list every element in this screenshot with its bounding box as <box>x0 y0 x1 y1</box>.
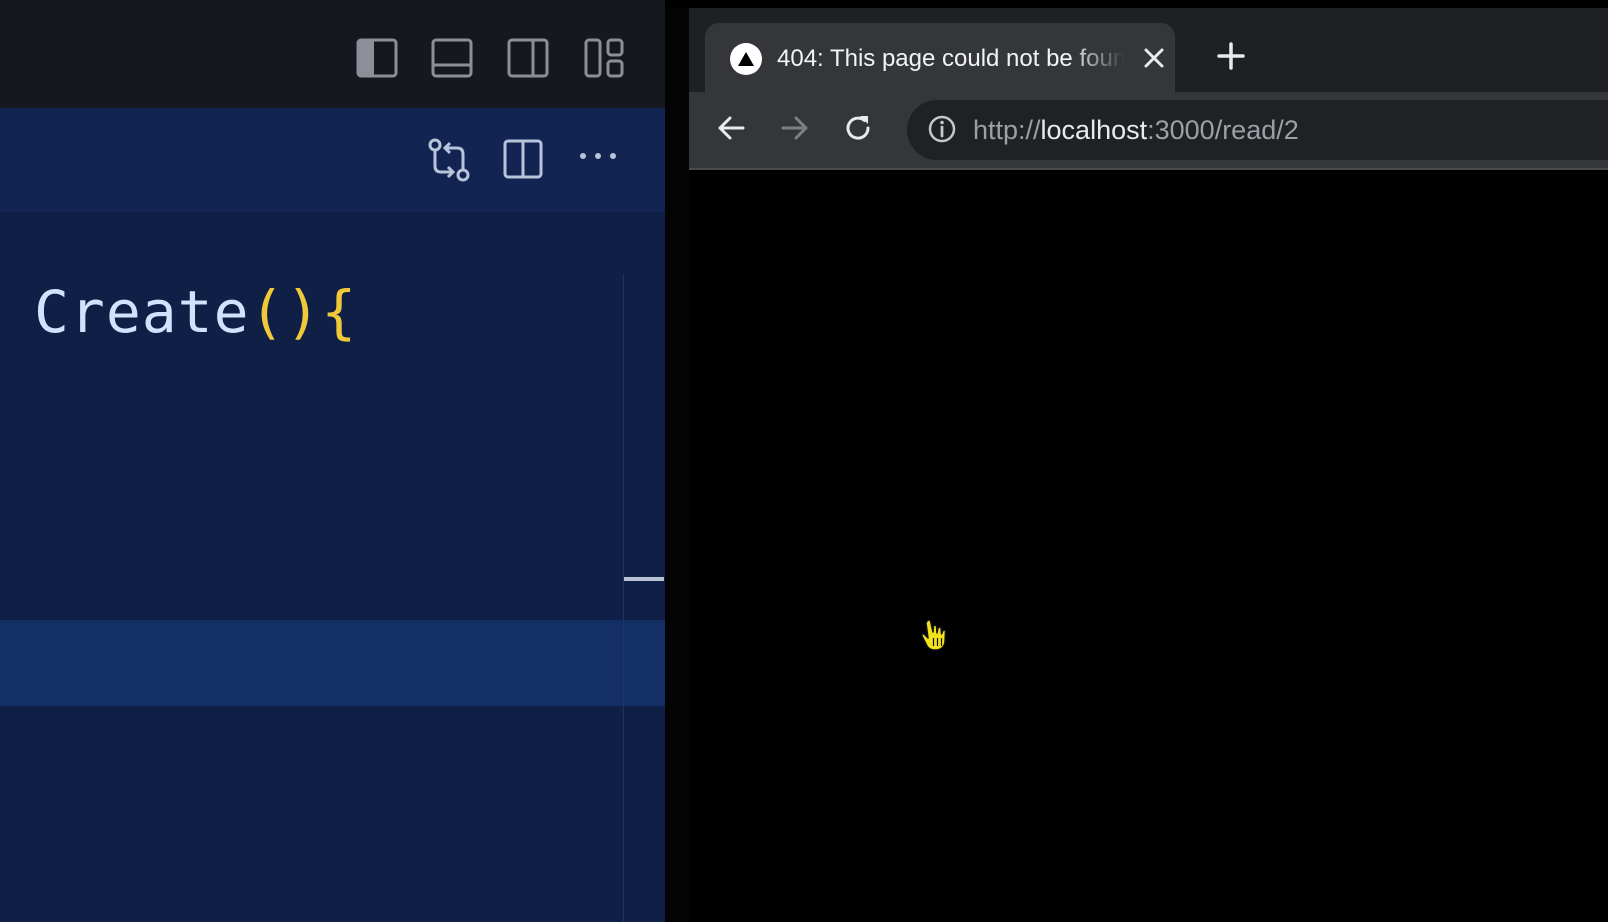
back-arrow-icon[interactable] <box>715 112 747 144</box>
open-changes-icon[interactable] <box>426 136 472 184</box>
toggle-primary-sidebar-icon[interactable] <box>356 38 398 78</box>
url-text: http://localhost:3000/read/2 <box>973 115 1299 146</box>
url-path: :3000/read/2 <box>1147 115 1299 145</box>
url-scheme: http:// <box>973 115 1041 145</box>
forward-arrow-icon[interactable] <box>779 112 811 144</box>
page-content[interactable] <box>689 170 1608 922</box>
toggle-panel-icon[interactable] <box>431 38 473 78</box>
window-divider <box>665 8 689 922</box>
editor-title-bar <box>0 0 665 108</box>
reload-icon[interactable] <box>842 112 874 144</box>
browser-toolbar: http://localhost:3000/read/2 <box>689 92 1608 170</box>
customize-layout-icon[interactable] <box>584 38 626 78</box>
more-actions-icon[interactable] <box>578 150 618 162</box>
toggle-secondary-sidebar-icon[interactable] <box>507 38 549 78</box>
address-bar[interactable]: http://localhost:3000/read/2 <box>907 100 1608 160</box>
tab-title: 404: This page could not be found <box>777 45 1125 72</box>
editor-actions-bar <box>0 108 665 212</box>
nextjs-favicon-icon <box>730 43 762 75</box>
browser-tab[interactable]: 404: This page could not be found <box>705 23 1175 101</box>
site-info-icon[interactable] <box>927 114 957 144</box>
split-editor-icon[interactable] <box>503 139 543 179</box>
minimap-slider[interactable] <box>624 577 664 581</box>
close-tab-icon[interactable] <box>1141 45 1167 71</box>
current-line-highlight <box>0 620 665 706</box>
tab-strip: 404: This page could not be found <box>689 8 1608 101</box>
function-name-token: Create <box>34 278 250 346</box>
minimap[interactable] <box>623 274 665 922</box>
pointer-hand-icon <box>921 619 947 651</box>
new-tab-icon[interactable] <box>1216 41 1246 71</box>
code-editor-pane: Create(){ <box>0 0 665 922</box>
brace-token: { <box>321 278 358 346</box>
code-line[interactable]: Create(){ <box>34 278 357 346</box>
url-host: localhost <box>1040 115 1148 145</box>
browser-window: 404: This page could not be found http:/… <box>689 8 1608 922</box>
parens-token: () <box>249 278 322 346</box>
